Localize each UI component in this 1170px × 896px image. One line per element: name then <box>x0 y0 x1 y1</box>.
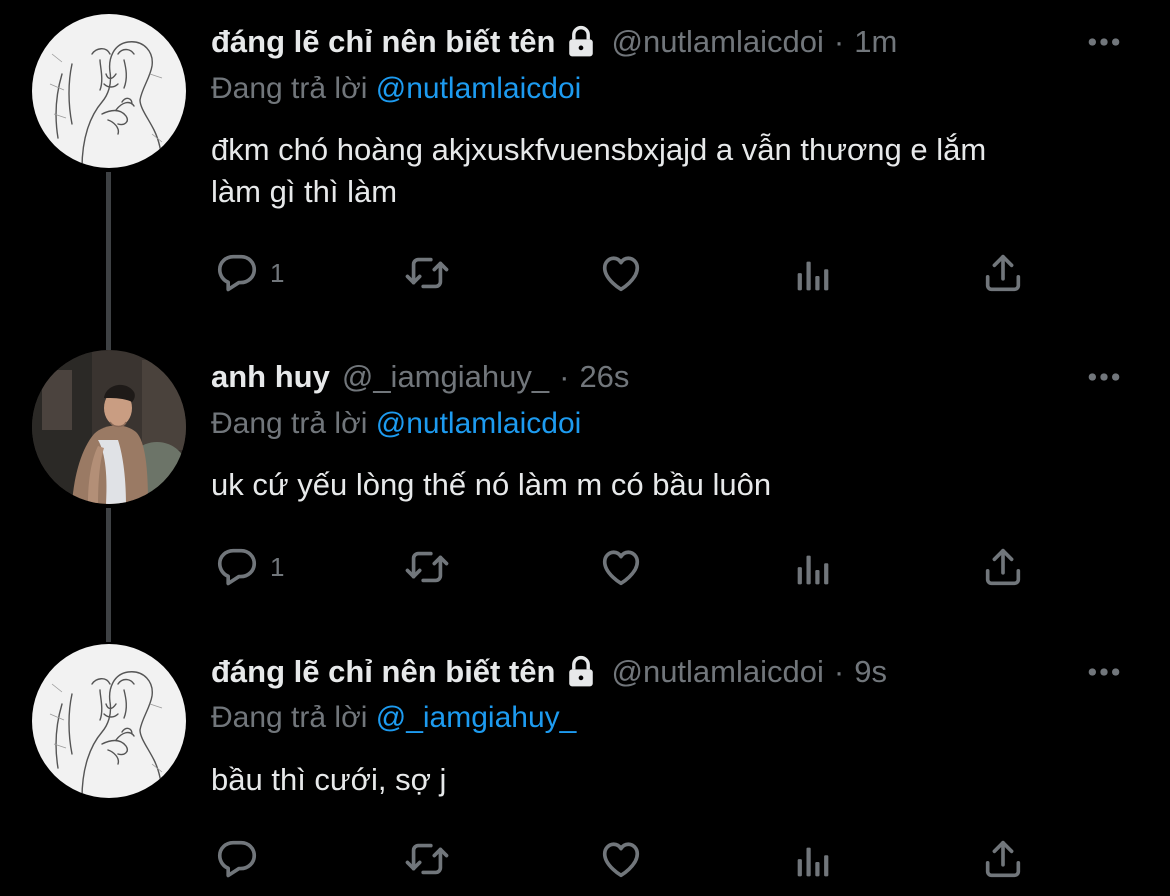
reply-button[interactable]: 1 <box>214 544 284 590</box>
heart-icon <box>598 250 644 296</box>
display-name[interactable]: đáng lẽ chỉ nên biết tên <box>211 654 555 690</box>
stats-icon <box>790 252 836 298</box>
tweet-text-line: uk cứ yếu lòng thế nó làm m có bầu luôn <box>211 467 772 502</box>
sketch-avatar-icon <box>32 644 186 798</box>
retweet-button[interactable] <box>404 544 450 590</box>
replying-to-label: Đang trả lời <box>211 407 368 440</box>
separator: · <box>559 359 570 394</box>
like-button[interactable] <box>598 836 644 882</box>
photo-avatar-icon <box>32 350 186 504</box>
reply-count: 1 <box>270 551 285 582</box>
stats-icon <box>790 838 836 884</box>
tweet-text-line: đkm chó hoàng akjxuskfvuensbxjajd a vẫn … <box>211 132 987 167</box>
timestamp[interactable]: 1m <box>854 24 897 60</box>
replying-to: Đang trả lời @nutlamlaicdoi <box>211 407 581 441</box>
avatar[interactable] <box>32 350 186 504</box>
retweet-icon <box>404 836 450 882</box>
more-options-button[interactable] <box>1084 22 1124 62</box>
lock-icon <box>565 655 597 689</box>
reply-count: 1 <box>270 257 285 288</box>
tweet-text: đkm chó hoàng akjxuskfvuensbxjajd a vẫn … <box>211 129 1131 213</box>
replying-to-label: Đang trả lời <box>211 72 368 105</box>
replying-to: Đang trả lời @_iamgiahuy_ <box>211 701 576 735</box>
views-button[interactable] <box>790 546 836 592</box>
stats-icon <box>790 546 836 592</box>
avatar[interactable] <box>32 644 186 798</box>
sketch-avatar-icon <box>32 14 186 168</box>
replying-to: Đang trả lời @nutlamlaicdoi <box>211 72 581 106</box>
retweet-icon <box>404 250 450 296</box>
tweet-text: uk cứ yếu lòng thế nó làm m có bầu luôn <box>211 464 1131 506</box>
username[interactable]: @nutlamlaicdoi <box>611 654 823 690</box>
username[interactable]: @nutlamlaicdoi <box>611 24 823 60</box>
replying-to-label: Đang trả lời <box>211 701 368 734</box>
tweet-header: đáng lẽ chỉ nên biết tên @nutlamlaicdoi … <box>211 650 887 694</box>
retweet-button[interactable] <box>404 250 450 296</box>
tweet-text-line: làm gì thì làm <box>211 174 398 209</box>
tweet-text-line: bầu thì cưới, sợ j <box>211 762 447 797</box>
share-icon <box>980 836 1026 882</box>
tweet-text: bầu thì cưới, sợ j <box>211 759 1131 801</box>
more-options-button[interactable] <box>1084 357 1124 397</box>
username[interactable]: @_iamgiahuy_ <box>342 359 549 395</box>
reply-thread: đáng lẽ chỉ nên biết tên @nutlamlaicdoi … <box>0 0 1170 896</box>
views-button[interactable] <box>790 838 836 884</box>
more-icon <box>1084 652 1124 692</box>
reply-icon <box>214 544 260 590</box>
reply-icon <box>214 250 260 296</box>
share-button[interactable] <box>980 544 1026 590</box>
reply-button[interactable] <box>214 836 270 882</box>
views-button[interactable] <box>790 252 836 298</box>
more-options-button[interactable] <box>1084 652 1124 692</box>
retweet-button[interactable] <box>404 836 450 882</box>
display-name[interactable]: anh huy <box>211 359 330 395</box>
avatar[interactable] <box>32 14 186 168</box>
more-icon <box>1084 357 1124 397</box>
more-icon <box>1084 22 1124 62</box>
like-button[interactable] <box>598 250 644 296</box>
share-button[interactable] <box>980 250 1026 296</box>
share-icon <box>980 544 1026 590</box>
timestamp[interactable]: 26s <box>579 359 629 395</box>
tweet-header: đáng lẽ chỉ nên biết tên @nutlamlaicdoi … <box>211 20 897 64</box>
heart-icon <box>598 544 644 590</box>
retweet-icon <box>404 544 450 590</box>
share-button[interactable] <box>980 836 1026 882</box>
share-icon <box>980 250 1026 296</box>
mention-link[interactable]: @nutlamlaicdoi <box>376 72 582 105</box>
separator: · <box>833 654 845 689</box>
separator: · <box>833 24 845 59</box>
timestamp[interactable]: 9s <box>854 654 887 690</box>
mention-link[interactable]: @_iamgiahuy_ <box>376 701 577 734</box>
tweet-header: anh huy @_iamgiahuy_ · 26s <box>211 355 629 399</box>
reply-icon <box>214 836 260 882</box>
tweet-actions: 1 <box>0 244 1170 304</box>
display-name[interactable]: đáng lẽ chỉ nên biết tên <box>211 24 555 60</box>
reply-button[interactable]: 1 <box>214 250 284 296</box>
lock-icon <box>565 25 597 59</box>
mention-link[interactable]: @nutlamlaicdoi <box>376 407 582 440</box>
like-button[interactable] <box>598 544 644 590</box>
tweet-actions: 1 <box>0 540 1170 600</box>
heart-icon <box>598 836 644 882</box>
tweet-actions <box>0 832 1170 892</box>
